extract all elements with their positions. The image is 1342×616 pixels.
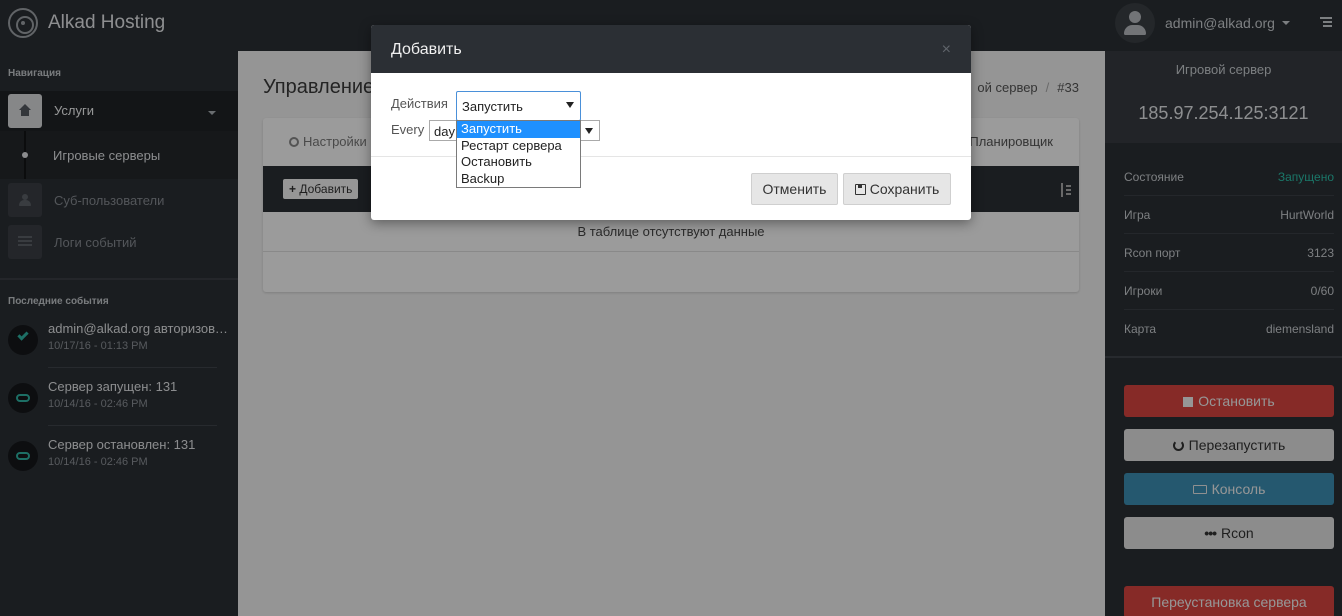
floppy-disk-icon — [854, 184, 866, 195]
action-label: Действия — [391, 96, 448, 111]
dropdown-option[interactable]: Рестарт сервера — [457, 138, 580, 155]
action-dropdown-list: Запустить Рестарт сервера Остановить Bac… — [456, 120, 581, 188]
chevron-down-icon — [566, 102, 574, 108]
chevron-down-icon — [585, 128, 593, 134]
dropdown-option[interactable]: Остановить — [457, 154, 580, 171]
dialog-title: Добавить — [391, 41, 462, 58]
close-icon[interactable]: × — [942, 41, 951, 59]
add-task-dialog: Добавить × Действия Запустить Every day … — [371, 25, 971, 220]
dropdown-option[interactable]: Запустить — [457, 121, 580, 138]
action-select[interactable]: Запустить — [456, 91, 581, 121]
every-label: Every — [391, 122, 425, 137]
dialog-header: Добавить × — [371, 25, 971, 73]
cancel-button[interactable]: Отменить — [751, 173, 838, 205]
dropdown-option[interactable]: Backup — [457, 171, 580, 188]
save-button[interactable]: Сохранить — [843, 173, 951, 205]
